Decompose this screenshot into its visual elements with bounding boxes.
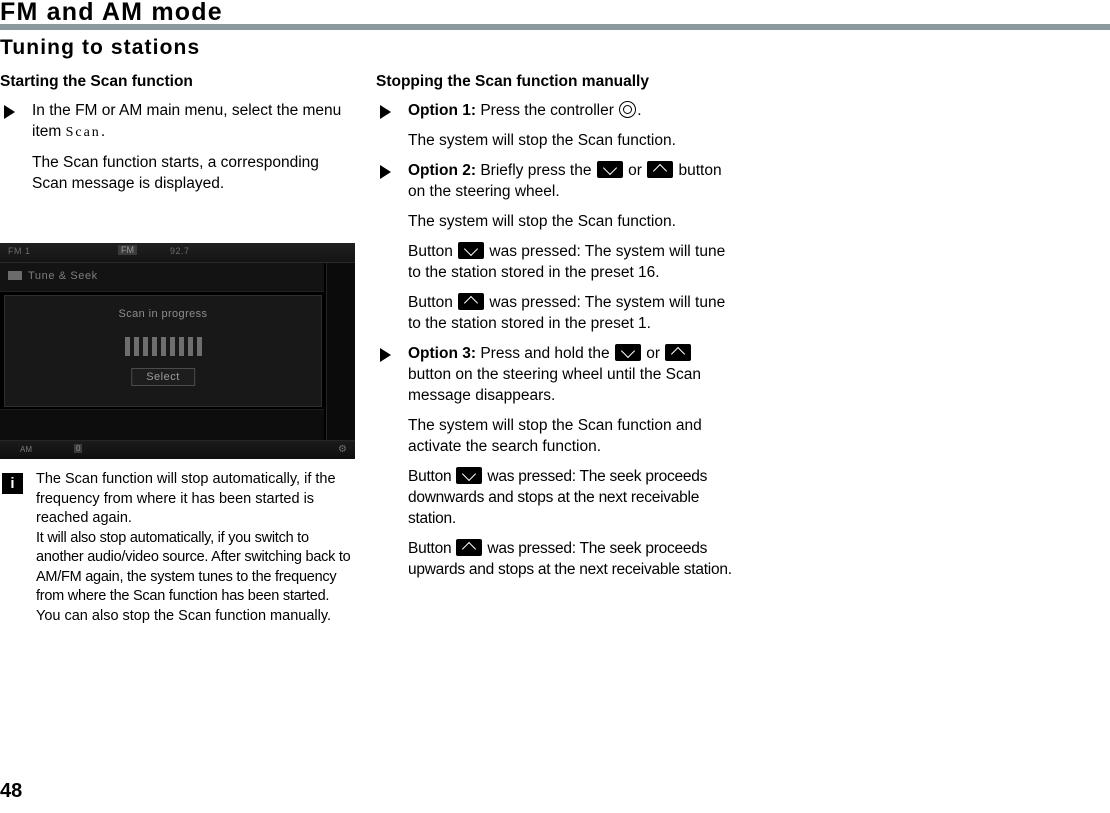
section-title: Tuning to stations	[0, 36, 201, 59]
seek-down-button-icon	[456, 467, 483, 484]
option-3-text-middle: or	[641, 345, 665, 362]
radio-frequency-label: 92.7	[170, 246, 190, 256]
progress-bar-segment	[169, 337, 175, 356]
option-3-down-prefix: Button	[408, 468, 456, 485]
step-option-1: Option 1: Press the controller .	[376, 100, 738, 121]
radio-menu-bar[interactable]: Tune & Seek	[0, 263, 324, 292]
left-column: Starting the Scan function In the FM or …	[0, 72, 356, 203]
seek-up-button-icon	[458, 293, 485, 310]
progress-bar-segment	[124, 337, 130, 356]
left-column-heading: Starting the Scan function	[0, 73, 193, 90]
option-2-result: The system will stop the Scan function.	[408, 213, 676, 230]
radio-menu-item-tune-seek: Tune & Seek	[28, 270, 98, 282]
controller-icon	[619, 101, 637, 118]
progress-bar-segment	[178, 337, 184, 356]
option-1-label: Option 1:	[408, 102, 477, 119]
progress-bar-segment	[160, 337, 166, 356]
progress-bar-segment	[142, 337, 148, 356]
option-3-up-prefix: Button	[408, 540, 456, 557]
option-3-result: The system will stop the Scan function a…	[408, 417, 702, 455]
radio-scan-dialog: Scan in progress Select	[4, 295, 322, 407]
note-paragraph: It will also stop automatically, if you …	[36, 529, 351, 605]
triangle-bullet-icon	[4, 105, 15, 119]
scan-in-progress-message: Scan in progress	[118, 308, 208, 320]
header-divider	[0, 24, 1110, 30]
radio-band-label: FM 1	[8, 246, 31, 256]
option-2-down-prefix: Button	[408, 243, 458, 260]
radio-lower-pane	[0, 409, 324, 441]
radio-status-bar: AM 0 ⚙	[0, 440, 355, 459]
radio-top-bar: FM 1 FM 92.7	[0, 243, 355, 263]
progress-bar-segment	[187, 337, 193, 356]
menu-chip-icon	[8, 271, 22, 280]
option-1-result: The system will stop the Scan function.	[408, 132, 676, 149]
triangle-bullet-icon	[380, 105, 391, 119]
option-2-text-before: Briefly press the	[476, 162, 596, 179]
right-column: Stopping the Scan function manually Opti…	[376, 72, 738, 589]
step-select-scan: In the FM or AM main menu, select the me…	[0, 100, 356, 143]
status-preset-icon: 0	[74, 444, 83, 453]
option-1-text-after: .	[637, 102, 642, 119]
seek-up-button-icon	[665, 344, 692, 361]
triangle-bullet-icon	[380, 348, 391, 362]
scan-start-result: The Scan function starts, a correspondin…	[32, 154, 319, 192]
option-2-text-middle: or	[623, 162, 647, 179]
option-1-text-before: Press the controller	[476, 102, 619, 119]
seek-down-button-icon	[458, 242, 485, 259]
option-3-up-result: Button was pressed: The seek proceeds up…	[376, 538, 738, 580]
option-3-down-result: Button was pressed: The seek proceeds do…	[376, 466, 738, 529]
progress-bar-segment	[196, 337, 202, 356]
option-2-up-result: Button was pressed: The system will tune…	[376, 292, 738, 334]
triangle-bullet-icon	[380, 165, 391, 179]
select-button[interactable]: Select	[131, 368, 195, 386]
option-3-text-after: button on the steering wheel until the S…	[408, 366, 701, 404]
info-icon: i	[2, 473, 23, 494]
step-text-after: .	[100, 123, 106, 140]
page-number: 48	[0, 780, 23, 802]
scan-progress-bars	[5, 336, 321, 356]
radio-side-rail[interactable]	[326, 263, 355, 448]
menu-item-scan: Scan	[65, 125, 101, 140]
progress-bar-segment	[151, 337, 157, 356]
progress-bar-segment	[133, 337, 139, 356]
seek-up-button-icon	[647, 161, 674, 178]
seek-up-button-icon	[456, 539, 483, 556]
option-3-label: Option 3:	[408, 345, 477, 362]
step-option-2: Option 2: Briefly press the or button on…	[376, 160, 738, 202]
status-gear-icon[interactable]: ⚙	[338, 444, 347, 455]
note-paragraph: You can also stop the Scan function manu…	[36, 607, 332, 624]
radio-source-label: FM	[118, 245, 137, 255]
note-paragraph: The Scan function will stop automaticall…	[36, 471, 336, 526]
radio-screenshot: FM 1 FM 92.7 Tune & Seek Scan in progres…	[0, 243, 355, 459]
status-band-icon: AM	[20, 445, 32, 454]
info-note-body: The Scan function will stop automaticall…	[0, 470, 356, 626]
right-column-heading: Stopping the Scan function manually	[376, 73, 649, 90]
info-note: i The Scan function will stop automatica…	[0, 470, 356, 626]
seek-down-button-icon	[596, 161, 623, 178]
option-2-down-result: Button was pressed: The system will tune…	[376, 241, 738, 283]
page-title: FM and AM mode	[0, 0, 223, 26]
seek-down-button-icon	[614, 344, 641, 361]
step-option-3: Option 3: Press and hold the or button o…	[376, 343, 738, 406]
option-2-label: Option 2:	[408, 162, 477, 179]
option-2-up-prefix: Button	[408, 294, 458, 311]
manual-page: FM and AM mode Tuning to stations Starti…	[0, 0, 1110, 813]
option-3-text-before: Press and hold the	[476, 345, 614, 362]
